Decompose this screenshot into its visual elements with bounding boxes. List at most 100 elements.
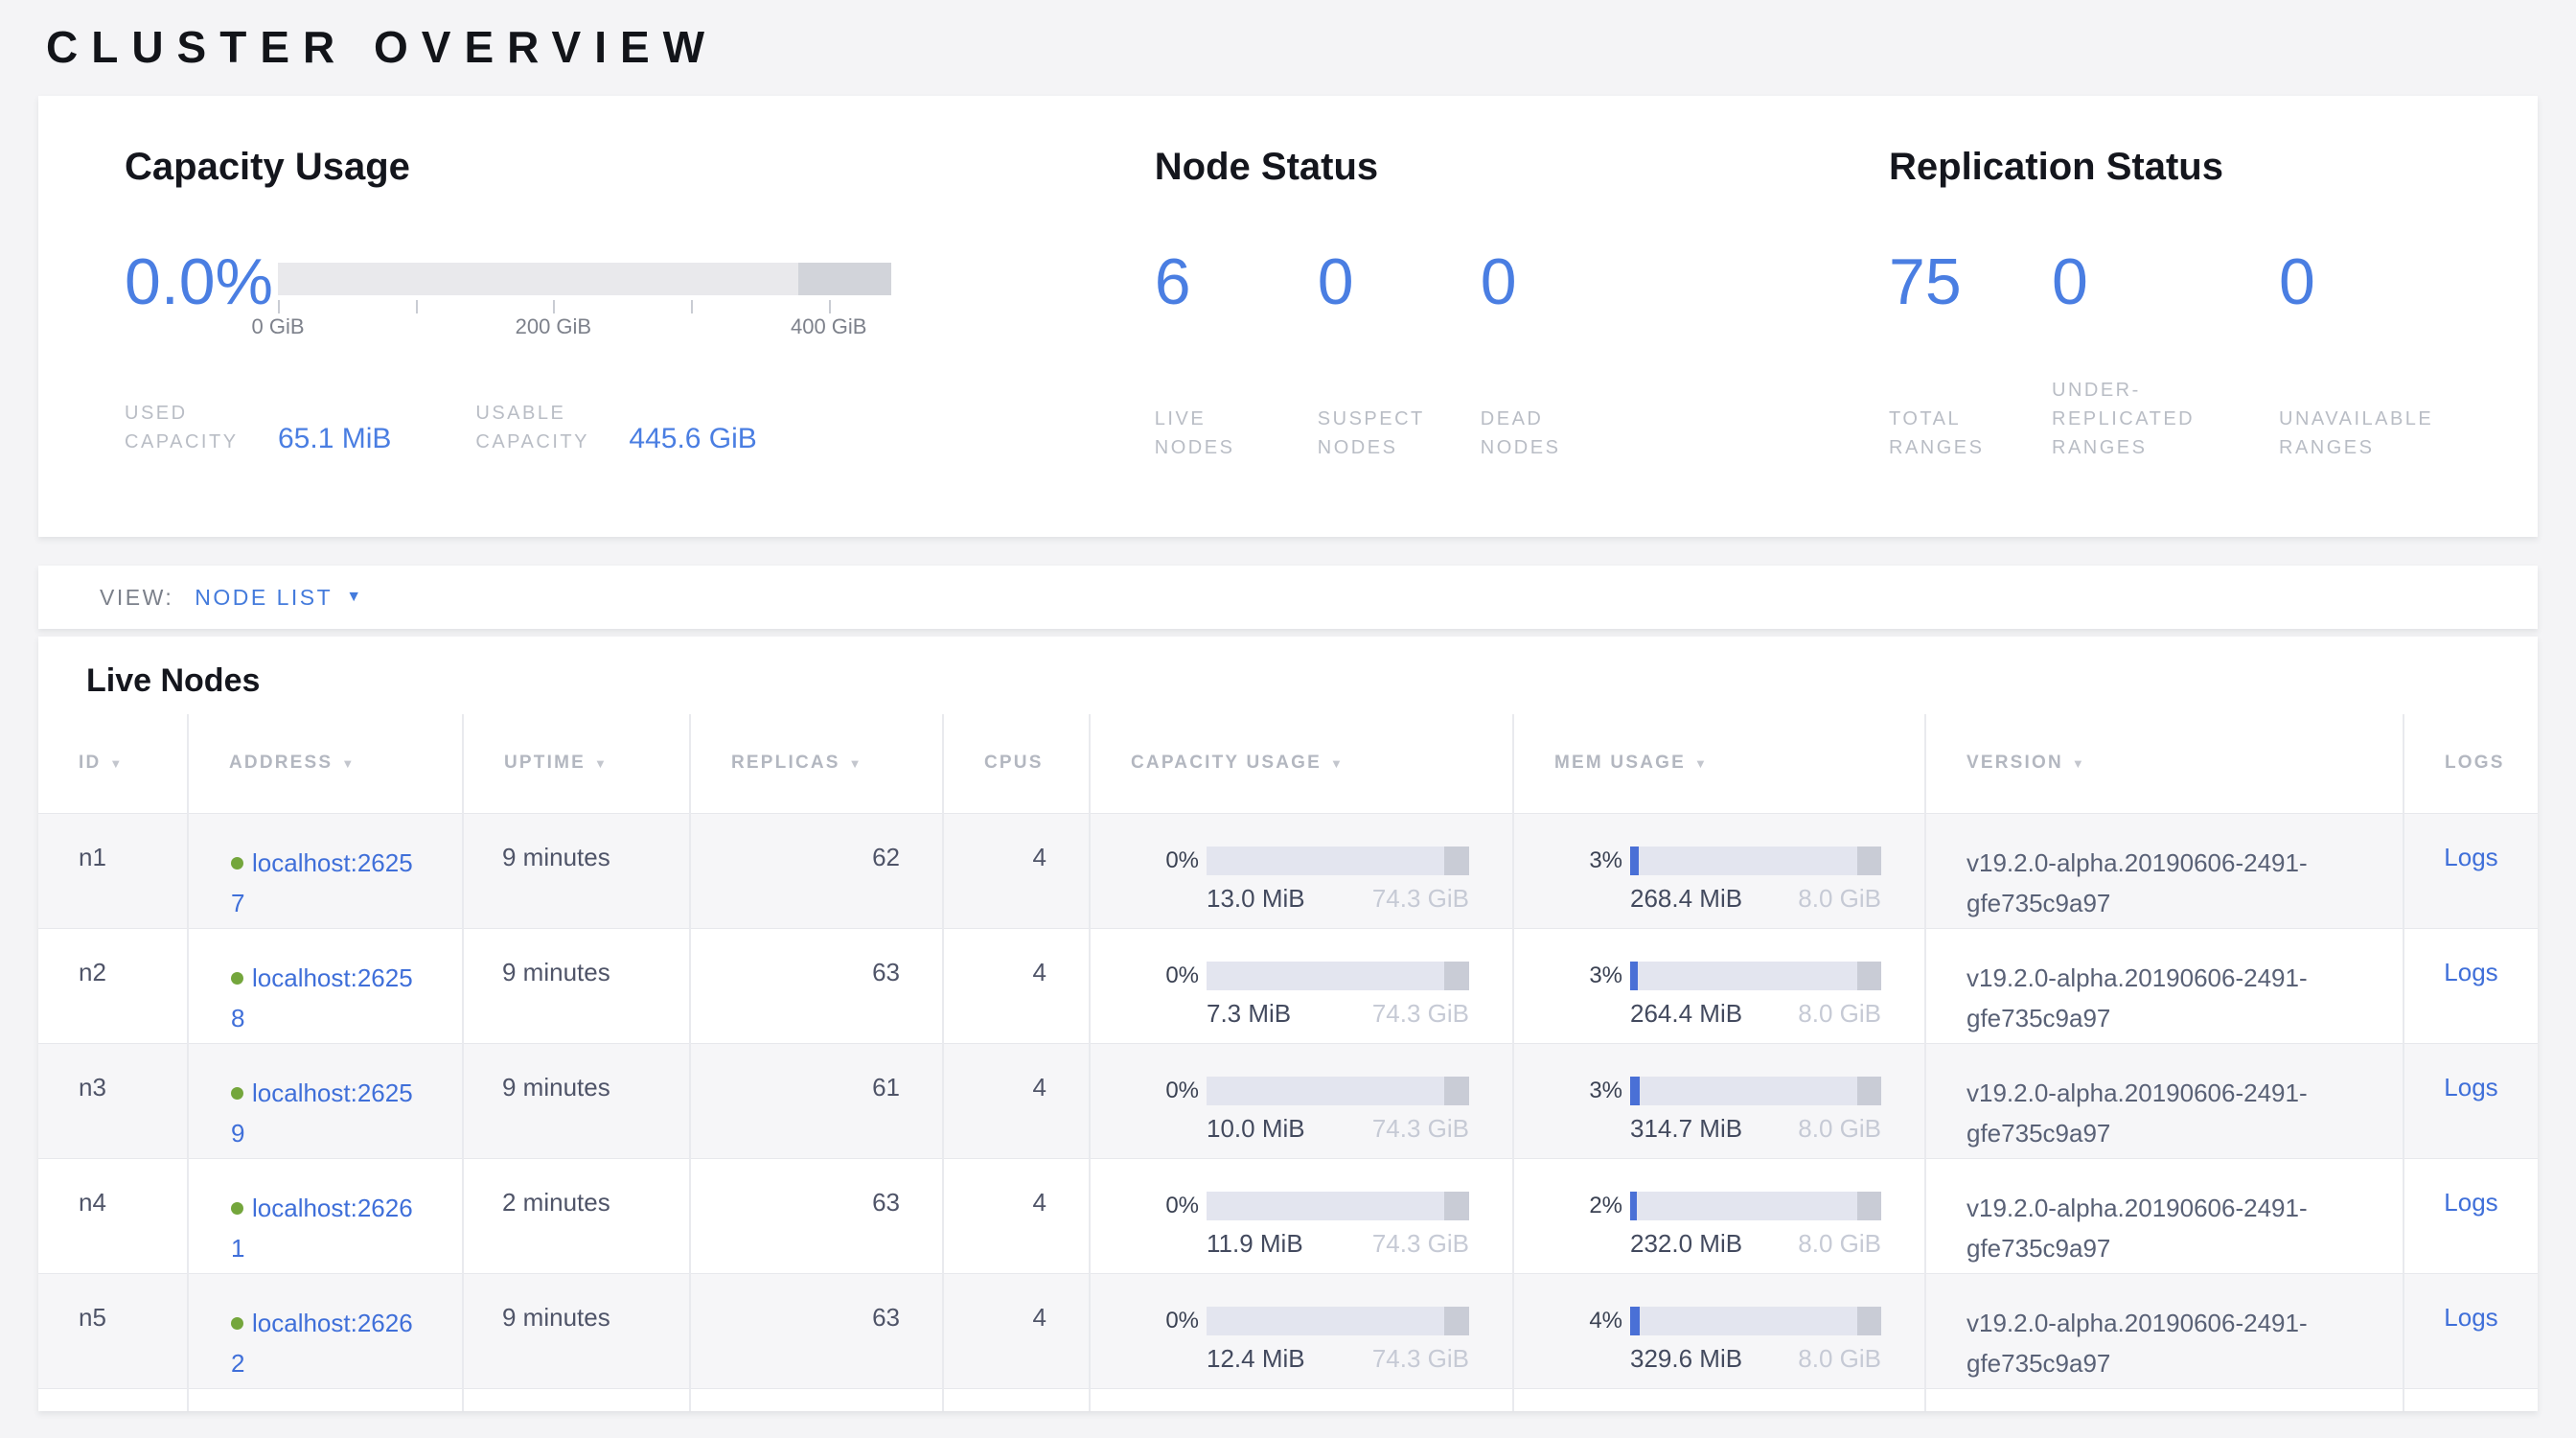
live-nodes-title: Live Nodes	[86, 658, 2538, 704]
node-live-status-icon	[231, 857, 243, 870]
capacity-usage-total-value: 74.3 GiB	[1372, 1114, 1469, 1144]
sort-caret-icon: ▼	[109, 756, 124, 771]
stat-value: 75	[1889, 245, 2052, 318]
mem-usage-cell: 3% 264.4 MiB 8.0 GiB	[1513, 928, 1925, 1043]
capacity-bar: 0 GiB200 GiB400 GiB	[278, 263, 891, 341]
column-header-mem-usage[interactable]: MEM USAGE▼	[1513, 714, 1925, 813]
node-live-status-icon	[231, 972, 243, 985]
capacity-stats: USEDCAPACITY 65.1 MiB USABLECAPACITY 445…	[125, 399, 1155, 456]
stat-label: UNDER-REPLICATEDRANGES	[2052, 376, 2279, 462]
logs-link[interactable]: Logs	[2444, 1303, 2497, 1332]
column-header-uptime[interactable]: UPTIME▼	[463, 714, 690, 813]
mem-usage-total-value: 8.0 GiB	[1798, 999, 1881, 1029]
view-dropdown[interactable]: NODE LIST	[195, 585, 333, 611]
column-header-id[interactable]: ID▼	[38, 714, 188, 813]
sort-caret-icon: ▼	[849, 756, 863, 771]
capacity-usage-total-value: 74.3 GiB	[1372, 1229, 1469, 1259]
node-logs-cell: Logs	[2404, 1273, 2538, 1388]
capacity-stat-label: USEDCAPACITY	[125, 399, 278, 456]
logs-link[interactable]: Logs	[2444, 1073, 2497, 1102]
capacity-usage-percent: 0%	[1143, 1078, 1199, 1104]
column-header-address[interactable]: ADDRESS▼	[188, 714, 463, 813]
mem-usage-bar-reserved	[1857, 1307, 1881, 1335]
live-nodes-title-wrap: Live Nodes	[38, 637, 2538, 714]
node-replicas: 63	[690, 1273, 943, 1388]
node-address-cell: localhost:26258	[188, 928, 463, 1043]
node-address-link[interactable]: localhost:26257	[231, 848, 413, 917]
stat-value: 0	[1481, 245, 1644, 318]
mem-usage-cell: 2% 232.0 MiB 8.0 GiB	[1513, 1158, 1925, 1273]
mem-usage-cell: 3% 268.4 MiB 8.0 GiB	[1513, 813, 1925, 928]
node-replicas: 63	[690, 1158, 943, 1273]
mem-usage-bar	[1630, 962, 1881, 990]
mem-usage-bar-reserved	[1857, 1192, 1881, 1220]
node-cpus: 4	[943, 928, 1090, 1043]
sort-caret-icon: ▼	[2072, 756, 2086, 771]
sort-caret-icon: ▼	[1330, 756, 1345, 771]
axis-tick-label: 0 GiB	[251, 314, 304, 339]
node-uptime: 9 minutes	[463, 1273, 690, 1388]
stat-value: 0	[2279, 245, 2499, 318]
node-logs-cell: Logs	[2404, 928, 2538, 1043]
node-version: v19.2.0-alpha.20190606-2491-gfe735c9a97	[1925, 1273, 2404, 1388]
capacity-usage-cell: 0% 12.4 MiB 74.3 GiB	[1090, 1273, 1513, 1388]
table-header-row: ID▼ADDRESS▼UPTIME▼REPLICAS▼CPUSCAPACITY …	[38, 714, 2538, 813]
capacity-usage-bar-reserved	[1444, 1307, 1469, 1335]
node-address-cell: localhost:26262	[188, 1273, 463, 1388]
node-logs-cell: Logs	[2404, 1043, 2538, 1158]
mem-usage-percent: 3%	[1567, 963, 1622, 989]
capacity-usage-used-value: 12.4 MiB	[1207, 1344, 1305, 1374]
capacity-stat-value: 65.1 MiB	[278, 423, 391, 456]
node-id: n1	[38, 813, 188, 928]
logs-link[interactable]: Logs	[2444, 958, 2497, 986]
table-row: n3 localhost:26259 9 minutes 61 4 0% 10.…	[38, 1043, 2538, 1158]
logs-link[interactable]: Logs	[2444, 843, 2497, 871]
node-status-stats: 6 LIVENODES 0 SUSPECTNODES 0 DEADNODES	[1155, 245, 1889, 462]
chevron-down-icon[interactable]: ▼	[346, 589, 361, 606]
axis-tick	[691, 300, 693, 313]
column-header-replicas[interactable]: REPLICAS▼	[690, 714, 943, 813]
mem-usage-bar-fill	[1630, 1192, 1637, 1220]
node-id: n5	[38, 1273, 188, 1388]
node-address-link[interactable]: localhost:26261	[231, 1194, 413, 1263]
column-header-version[interactable]: VERSION▼	[1925, 714, 2404, 813]
node-address-cell: localhost:26257	[188, 813, 463, 928]
mem-usage-bar-fill	[1630, 1307, 1640, 1335]
capacity-usage-chart: 0.0% 0 GiB200 GiB400 GiB	[125, 245, 1155, 341]
node-status-stat: 6 LIVENODES	[1155, 245, 1318, 462]
column-header-capacity-usage[interactable]: CAPACITY USAGE▼	[1090, 714, 1513, 813]
node-cpus: 4	[943, 1043, 1090, 1158]
column-header-cpus: CPUS	[943, 714, 1090, 813]
live-nodes-card: Live Nodes ID▼ADDRESS▼UPTIME▼REPLICAS▼CP…	[38, 637, 2538, 1411]
mem-usage-percent: 3%	[1567, 847, 1622, 874]
logs-link[interactable]: Logs	[2444, 1188, 2497, 1217]
stat-value: 0	[1318, 245, 1481, 318]
mem-usage-used-value: 329.6 MiB	[1630, 1344, 1742, 1374]
capacity-usage-bar-reserved	[1444, 1077, 1469, 1105]
node-address-link[interactable]: localhost:26259	[231, 1078, 413, 1148]
capacity-usage-cell: 0% 13.0 MiB 74.3 GiB	[1090, 813, 1513, 928]
node-version: v19.2.0-alpha.20190606-2491-gfe735c9a97	[1925, 1158, 2404, 1273]
capacity-usage-used-value: 10.0 MiB	[1207, 1114, 1305, 1144]
mem-usage-used-value: 268.4 MiB	[1630, 884, 1742, 914]
capacity-stat: USEDCAPACITY 65.1 MiB	[125, 399, 391, 456]
capacity-usage-percent: 0%	[1143, 1308, 1199, 1334]
mem-usage-cell: 3% 314.7 MiB 8.0 GiB	[1513, 1043, 1925, 1158]
mem-usage-bar-reserved	[1857, 847, 1881, 875]
stat-label: DEADNODES	[1481, 405, 1644, 462]
cluster-overview-page: CLUSTER OVERVIEW Capacity Usage 0.0% 0 G…	[0, 0, 2576, 1438]
node-address-link[interactable]: localhost:26258	[231, 963, 413, 1032]
node-replicas: 63	[690, 928, 943, 1043]
capacity-usage-percent: 0%	[1143, 963, 1199, 989]
replication-status-stat: 75 TOTALRANGES	[1889, 245, 2052, 462]
axis-tick	[278, 300, 280, 313]
node-address-link[interactable]: localhost:26262	[231, 1309, 413, 1378]
capacity-usage-percent: 0%	[1143, 847, 1199, 874]
view-label: VIEW:	[100, 585, 173, 611]
capacity-usage-cell: 0% 11.9 MiB 74.3 GiB	[1090, 1158, 1513, 1273]
node-status-section: Node Status 6 LIVENODES 0 SUSPECTNODES 0…	[1155, 144, 1889, 537]
capacity-usage-bar-reserved	[1444, 1192, 1469, 1220]
mem-usage-total-value: 8.0 GiB	[1798, 1344, 1881, 1374]
sort-caret-icon: ▼	[594, 756, 609, 771]
capacity-stat: USABLECAPACITY 445.6 GiB	[475, 399, 756, 456]
